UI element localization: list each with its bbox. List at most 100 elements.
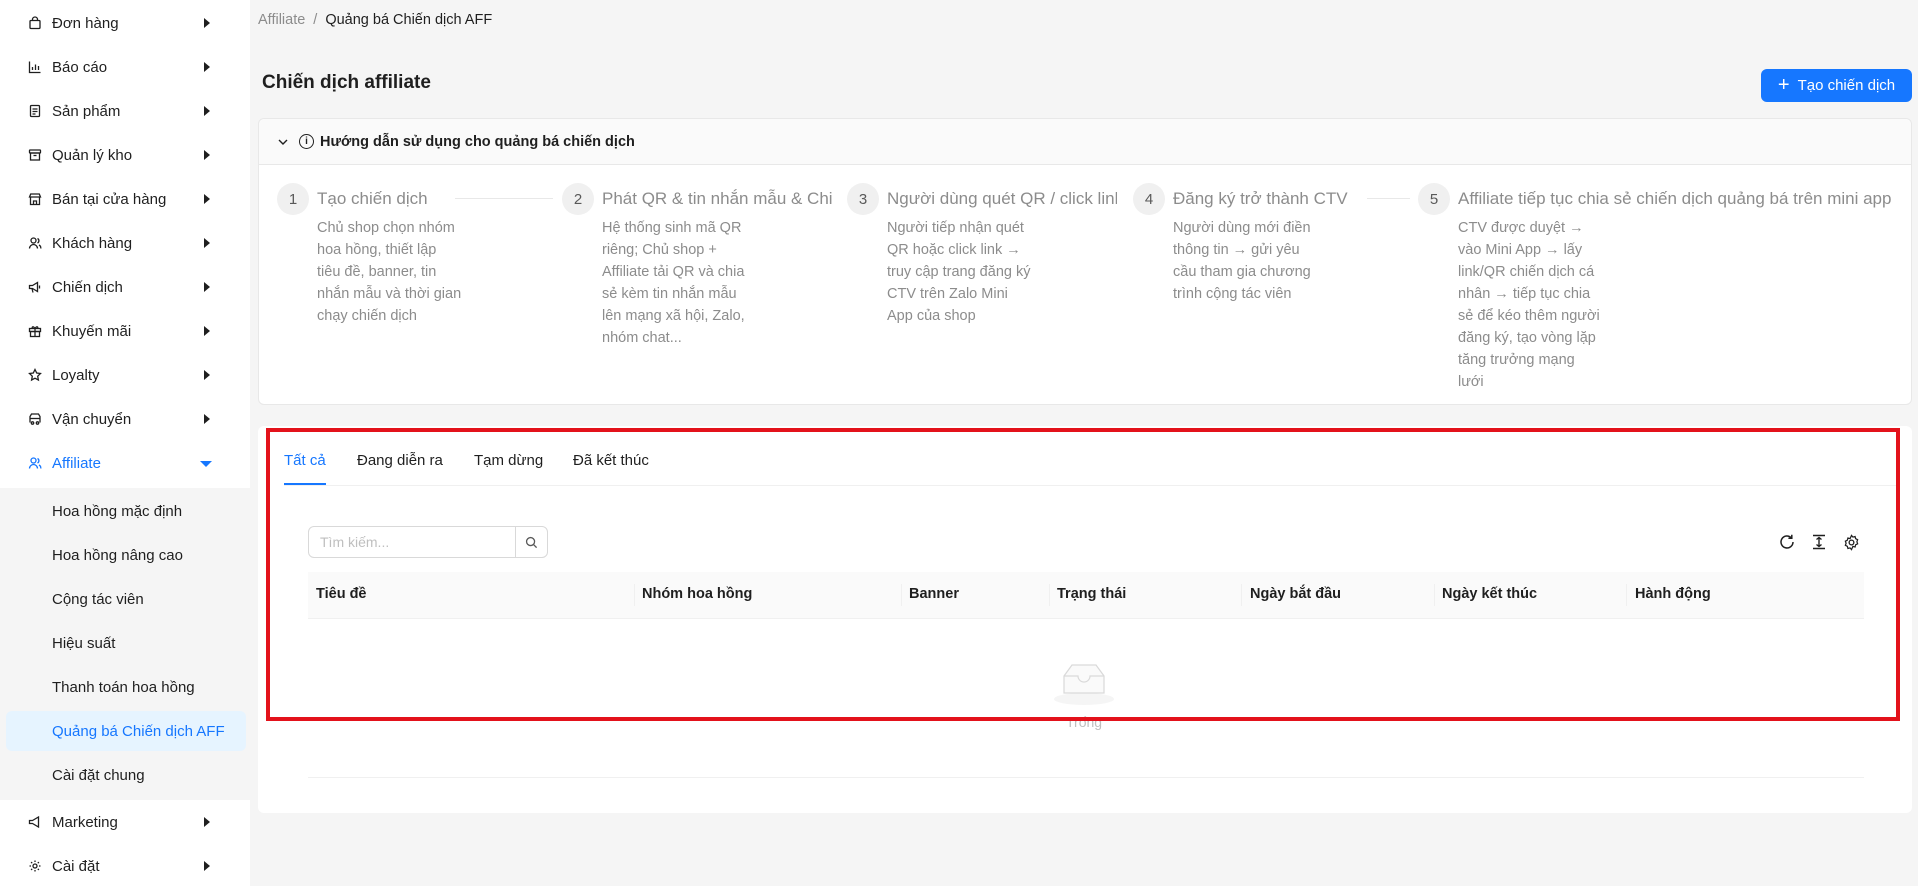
bag-icon — [28, 16, 42, 30]
sidebar-item-label: Chiến dịch — [52, 278, 123, 296]
search-button[interactable] — [515, 527, 547, 557]
step-number: 4 — [1133, 183, 1165, 215]
empty-inbox-icon — [1054, 664, 1114, 705]
step-number: 1 — [277, 183, 309, 215]
sidebar-item-label: Khuyến mãi — [52, 322, 132, 340]
column-separator — [1049, 584, 1050, 606]
sidebar-item-products[interactable]: Sản phẩm — [0, 89, 250, 133]
tab-running[interactable]: Đang diễn ra — [357, 452, 443, 469]
create-campaign-button[interactable]: + Tạo chiến dịch — [1761, 69, 1912, 102]
sidebar-item-label: Khách hàng — [52, 234, 133, 252]
gear-icon — [28, 859, 42, 873]
warehouse-icon — [28, 148, 42, 162]
affiliate-submenu: Hoa hồng mặc định Hoa hồng nâng cao Cộng… — [0, 488, 250, 800]
breadcrumb: Affiliate / Quảng bá Chiến dịch AFF — [258, 12, 492, 28]
sidebar-item-label: Báo cáo — [52, 58, 108, 76]
sidebar-item-label: Sản phẩm — [52, 102, 121, 120]
column-separator — [901, 584, 902, 606]
table-header: Tiêu đề Nhóm hoa hồng Banner Trạng thái … — [308, 572, 1864, 619]
caret-right-icon — [204, 414, 210, 424]
submenu-item-general-settings[interactable]: Cài đặt chung — [6, 755, 246, 795]
sidebar-item-reports[interactable]: Báo cáo — [0, 45, 250, 89]
search-input[interactable] — [309, 527, 515, 557]
column-separator — [1626, 584, 1627, 606]
chart-icon — [28, 60, 42, 74]
search-icon — [525, 536, 538, 548]
column-separator — [634, 584, 635, 606]
sidebar-item-customers[interactable]: Khách hàng — [0, 221, 250, 265]
sidebar-item-store[interactable]: Bán tại cửa hàng — [0, 177, 250, 221]
star-icon — [28, 368, 42, 382]
create-campaign-label: Tạo chiến dịch — [1797, 77, 1896, 94]
tab-all[interactable]: Tất cả — [284, 452, 326, 469]
sidebar-item-marketing[interactable]: Marketing — [0, 800, 250, 844]
step-connector — [1367, 198, 1410, 199]
sidebar-item-settings[interactable]: Cài đặt — [0, 844, 250, 886]
column-header-banner: Banner — [909, 586, 959, 602]
step-description: CTV được duyệt → vào Mini App → lấy link… — [1458, 220, 1600, 390]
caret-down-icon — [200, 461, 212, 467]
sidebar-item-label: Bán tại cửa hàng — [52, 190, 167, 208]
store-icon — [28, 192, 42, 206]
sidebar-item-orders[interactable]: Đơn hàng — [0, 1, 250, 45]
affiliate-icon — [28, 456, 42, 470]
step-title: Người dùng quét QR / click link — [887, 189, 1117, 208]
sidebar-item-label: Quản lý kho — [52, 146, 133, 164]
column-settings-button[interactable] — [1841, 532, 1861, 552]
sidebar-item-affiliate[interactable]: Affiliate — [0, 441, 250, 485]
sidebar-item-promotions[interactable]: Khuyến mãi — [0, 309, 250, 353]
sidebar-item-inventory[interactable]: Quản lý kho — [0, 133, 250, 177]
caret-right-icon — [204, 62, 210, 72]
breadcrumb-root[interactable]: Affiliate — [258, 12, 305, 28]
search-box — [308, 526, 548, 558]
sidebar-item-label: Marketing — [52, 813, 118, 831]
caret-right-icon — [204, 194, 210, 204]
caret-right-icon — [204, 370, 210, 380]
submenu-item-default-commission[interactable]: Hoa hồng mặc định — [6, 491, 246, 531]
chevron-down-icon — [278, 139, 288, 145]
caret-right-icon — [204, 238, 210, 248]
breadcrumb-current: Quảng bá Chiến dịch AFF — [325, 12, 493, 28]
caret-right-icon — [204, 18, 210, 28]
column-separator — [1241, 584, 1242, 606]
sidebar-item-label: Đơn hàng — [52, 14, 119, 32]
sidebar-item-shipping[interactable]: Vận chuyển — [0, 397, 250, 441]
submenu-item-advanced-commission[interactable]: Hoa hồng nâng cao — [6, 535, 246, 575]
step-description: Người dùng mới điền thông tin → gửi yêu … — [1173, 220, 1311, 302]
column-header-start-date: Ngày bắt đầu — [1250, 586, 1342, 602]
sidebar-item-label: Loyalty — [52, 366, 100, 384]
tab-ended[interactable]: Đã kết thúc — [573, 452, 649, 469]
caret-right-icon — [204, 817, 210, 827]
sidebar-item-label: Vận chuyển — [52, 410, 132, 428]
density-button[interactable] — [1809, 532, 1829, 552]
column-separator — [1434, 584, 1435, 606]
caret-right-icon — [204, 282, 210, 292]
step-title: Phát QR & tin nhắn mẫu & Chia — [602, 189, 832, 208]
submenu-item-performance[interactable]: Hiệu suất — [6, 623, 246, 663]
step-title: Affiliate tiếp tục chia sẻ chiến dịch qu… — [1458, 189, 1892, 208]
submenu-item-collaborators[interactable]: Cộng tác viên — [6, 579, 246, 619]
sidebar-item-label: Cài đặt — [52, 857, 100, 875]
step-number: 2 — [562, 183, 594, 215]
column-height-icon — [1813, 534, 1825, 550]
guide-panel: i Hướng dẫn sử dụng cho quảng bá chiến d… — [258, 118, 1912, 405]
step-description: Chủ shop chọn nhóm hoa hồng, thiết lập t… — [317, 220, 462, 324]
column-header-commission-group: Nhóm hoa hồng — [642, 586, 753, 602]
reload-icon — [1780, 534, 1794, 549]
empty-text: Trống — [1066, 714, 1103, 730]
column-header-status: Trạng thái — [1057, 586, 1127, 602]
submenu-item-commission-payment[interactable]: Thanh toán hoa hồng — [6, 667, 246, 707]
caret-right-icon — [204, 861, 210, 871]
step-number: 5 — [1418, 183, 1450, 215]
step-description: Hệ thống sinh mã QR riêng; Chủ shop + Af… — [602, 220, 745, 346]
status-tabs: Tất cả Đang diễn ra Tạm dừng Đã kết thúc — [284, 426, 1896, 486]
sidebar-item-loyalty[interactable]: Loyalty — [0, 353, 250, 397]
guide-header[interactable]: i Hướng dẫn sử dụng cho quảng bá chiến d… — [259, 119, 1911, 165]
submenu-item-aff-campaign-promo[interactable]: Quảng bá Chiến dịch AFF — [6, 711, 246, 751]
sidebar-item-campaigns[interactable]: Chiến dịch — [0, 265, 250, 309]
info-icon: i — [299, 134, 314, 149]
tab-paused[interactable]: Tạm dừng — [474, 452, 543, 469]
breadcrumb-separator: / — [313, 12, 318, 28]
reload-button[interactable] — [1777, 532, 1797, 552]
truck-icon — [28, 412, 42, 426]
